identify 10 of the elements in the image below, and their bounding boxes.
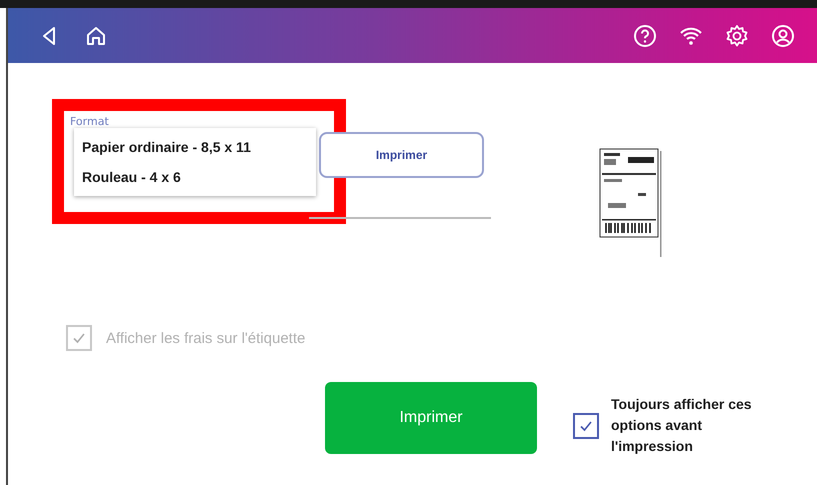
checkbox[interactable] [573, 412, 599, 438]
field-label: Format [70, 115, 110, 128]
help-icon[interactable] [633, 24, 657, 48]
settings-icon[interactable] [725, 24, 749, 48]
checkbox-label: Afficher les frais sur l'étiquette [106, 330, 306, 346]
menu-item[interactable]: Papier ordinaire - 8,5 x 11 [74, 132, 316, 162]
print-button[interactable]: Imprimer [319, 132, 484, 178]
checkbox-label: Toujours afficher ces options avant l'impression [611, 395, 753, 456]
account-icon[interactable] [771, 24, 795, 48]
menu-item[interactable]: Rouleau - 4 x 6 [74, 162, 316, 192]
